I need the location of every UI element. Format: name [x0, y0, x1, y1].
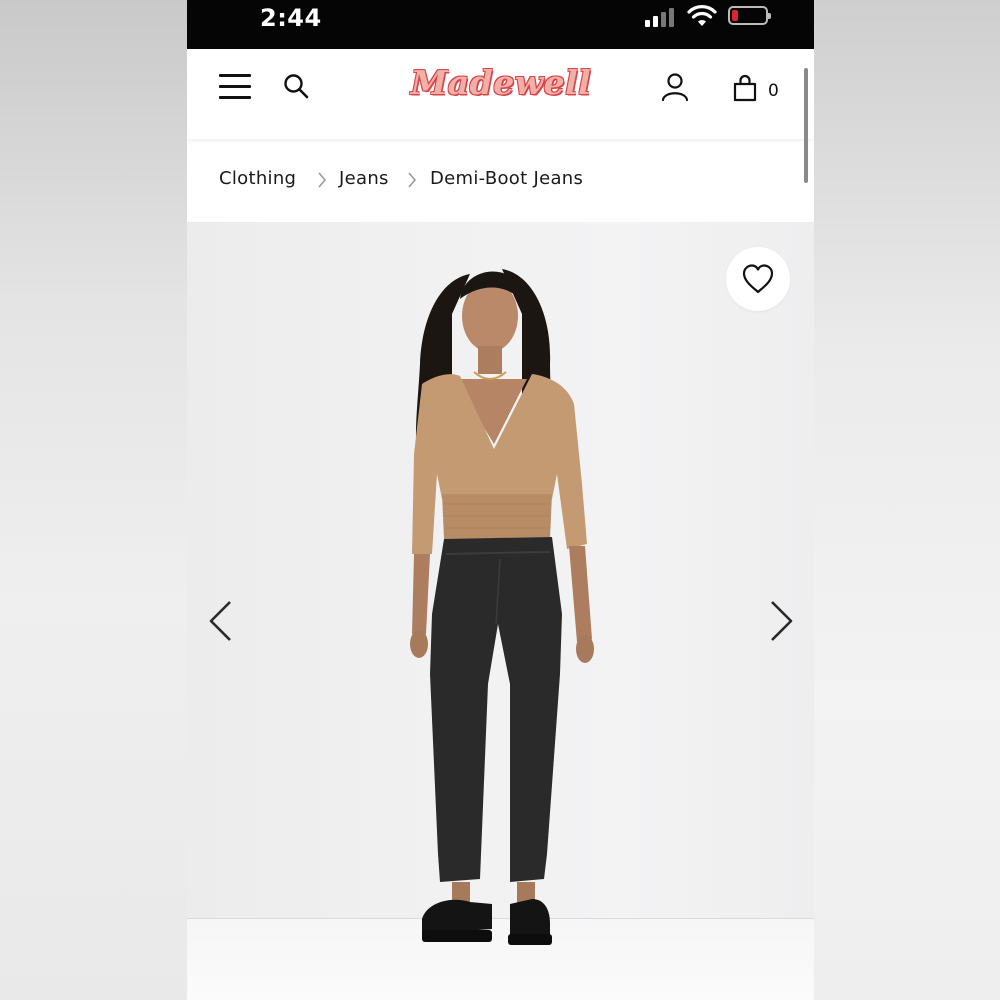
- brand-logo-text: Madewell: [410, 63, 592, 102]
- brand-logo[interactable]: Madewell: [405, 59, 597, 115]
- favorite-button[interactable]: [726, 247, 790, 311]
- chevron-right-separator-icon: [318, 172, 327, 188]
- cart-count[interactable]: 0: [768, 81, 779, 101]
- shopping-bag-icon[interactable]: [733, 74, 757, 102]
- site-header: Madewell 0: [187, 49, 814, 139]
- chevron-right-separator-icon: [408, 172, 417, 188]
- status-time: 2:44: [260, 4, 322, 32]
- background-right: [814, 0, 1000, 1000]
- product-photo-model: [410, 269, 594, 945]
- background-left: [0, 0, 187, 1000]
- breadcrumb-item-clothing[interactable]: Clothing: [219, 168, 296, 189]
- phone-screen: 2:44 Madewell 0 Clothing Jeans Demi-Boot…: [187, 0, 814, 1000]
- cellular-signal-icon: [645, 7, 677, 27]
- search-icon[interactable]: [283, 73, 309, 99]
- breadcrumb: Clothing Jeans Demi-Boot Jeans: [187, 139, 814, 222]
- breadcrumb-item-demi-boot-jeans: Demi-Boot Jeans: [430, 168, 584, 189]
- chevron-right-icon[interactable]: [768, 600, 794, 642]
- battery-icon: [728, 6, 771, 25]
- status-bar: 2:44: [187, 0, 814, 49]
- account-icon[interactable]: [661, 72, 689, 102]
- product-image-carousel[interactable]: [187, 222, 814, 1000]
- menu-icon[interactable]: [219, 74, 251, 100]
- heart-icon: [742, 264, 774, 294]
- breadcrumb-item-jeans[interactable]: Jeans: [339, 168, 389, 189]
- chevron-left-icon[interactable]: [208, 600, 234, 642]
- wifi-icon: [687, 5, 717, 26]
- scrollbar[interactable]: [804, 68, 808, 183]
